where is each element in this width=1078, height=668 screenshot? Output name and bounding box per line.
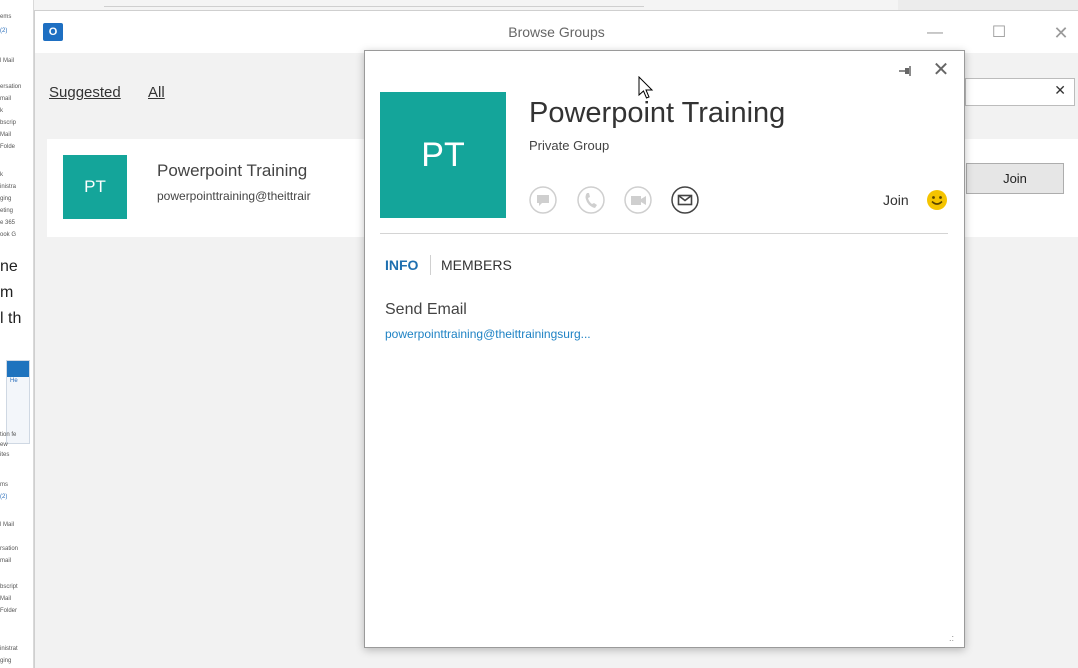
group-privacy: Private Group <box>529 138 610 153</box>
send-email-link[interactable]: powerpointtraining@theittrainingsurg... <box>385 327 591 341</box>
bg-fragment: bscript <box>0 584 18 590</box>
phone-icon[interactable] <box>576 185 606 215</box>
close-window-button[interactable]: ✕ <box>1047 21 1075 45</box>
bg-fragment: mail <box>0 558 12 564</box>
bg-fragment: ems <box>0 14 12 20</box>
resize-grip[interactable]: .: <box>949 633 959 643</box>
bg-fragment: ew <box>0 442 8 448</box>
bg-fragment: He <box>10 378 18 384</box>
bg-fragment: ging <box>0 196 12 202</box>
tab-members[interactable]: MEMBERS <box>441 257 512 273</box>
bg-fragment: l Mail <box>0 522 15 528</box>
background-column-headers <box>104 0 644 7</box>
send-email-label: Send Email <box>385 301 467 318</box>
tab-info[interactable]: INFO <box>385 257 418 273</box>
bg-fragment: ites <box>0 452 10 458</box>
bg-fragment: ook G <box>0 232 17 238</box>
bg-fragment: tion fe <box>0 432 17 438</box>
bg-fragment: e 365 <box>0 220 16 226</box>
bg-fragment: ersation <box>0 84 22 90</box>
divider <box>380 233 948 234</box>
maximize-button[interactable]: ☐ <box>985 21 1013 45</box>
search-input[interactable]: ✕ <box>965 78 1075 106</box>
group-name[interactable]: Powerpoint Training <box>157 161 307 181</box>
bg-fragment: ne <box>0 258 18 275</box>
tab-suggested[interactable]: Suggested <box>49 84 121 101</box>
background-right-panel <box>898 0 1078 10</box>
bg-fragment: inistra <box>0 184 17 190</box>
close-card-button[interactable]: ✕ <box>931 60 951 80</box>
chat-icon[interactable] <box>528 185 558 215</box>
mouse-cursor-icon <box>638 76 654 99</box>
bg-fragment: Folde <box>0 144 16 150</box>
bg-fragment: mail <box>0 96 12 102</box>
bg-fragment: (2) <box>0 494 8 500</box>
bg-fragment: k <box>0 108 3 114</box>
bg-fragment: (2) <box>0 28 8 34</box>
group-title: Powerpoint Training <box>529 97 786 129</box>
background-window-header <box>34 0 1078 10</box>
bg-fragment: ms <box>0 482 8 488</box>
bg-fragment: Mail <box>0 132 12 138</box>
join-button[interactable]: Join <box>966 163 1064 194</box>
bg-fragment: Folder <box>0 608 18 614</box>
bg-fragment: bscrip <box>0 120 17 126</box>
title-bar[interactable]: O Browse Groups — ☐ ✕ <box>35 11 1078 53</box>
bg-fragment: ging <box>0 658 12 664</box>
bg-fragment: inistrat <box>0 646 18 652</box>
join-link[interactable]: Join <box>883 192 909 208</box>
background-window-strip: ems (2) l Mail ersation mail k bscrip Ma… <box>0 0 34 668</box>
bg-fragment: m <box>0 284 14 301</box>
pin-icon[interactable] <box>895 61 915 81</box>
group-email: powerpointtraining@theittrair <box>157 189 311 203</box>
video-icon[interactable] <box>623 185 653 215</box>
clear-search-icon[interactable]: ✕ <box>1054 82 1066 99</box>
email-icon[interactable] <box>670 185 700 215</box>
bg-fragment: k <box>0 172 3 178</box>
bg-fragment: rsation <box>0 546 19 552</box>
tab-all[interactable]: All <box>148 84 165 101</box>
group-avatar-large: PT <box>380 92 506 218</box>
group-avatar: PT <box>63 155 127 219</box>
bg-fragment: eting <box>0 208 14 214</box>
smiley-icon <box>927 190 947 210</box>
group-contact-card: ✕ PT Powerpoint Training Private Group J… <box>364 50 965 648</box>
tab-separator <box>430 255 431 275</box>
minimize-button[interactable]: — <box>921 21 949 45</box>
bg-fragment: Mail <box>0 596 12 602</box>
bg-fragment: l Mail <box>0 58 15 64</box>
bg-fragment: l th <box>0 310 22 327</box>
